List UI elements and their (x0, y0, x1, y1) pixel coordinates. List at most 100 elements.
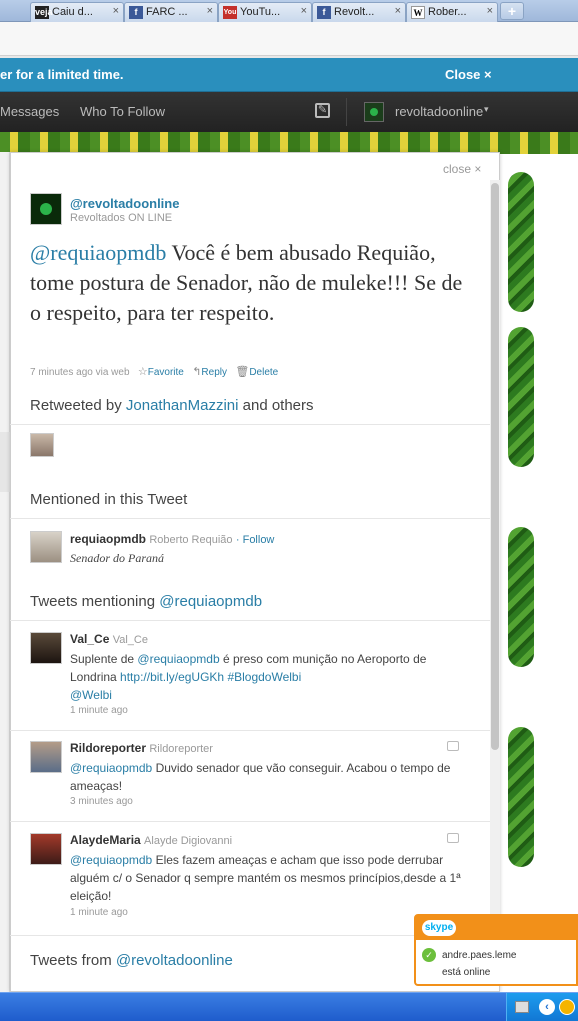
mentioned-heading: Mentioned in this Tweet (30, 491, 188, 508)
background-band (0, 132, 578, 154)
tweet-source: via web (95, 367, 130, 378)
tweet-time[interactable]: 1 minute ago (70, 907, 128, 918)
chevron-down-icon[interactable]: ▾ (484, 104, 489, 115)
browser-tab-youtube[interactable]: You YouTu... × (218, 2, 312, 22)
tweet-header: Rildoreporter Rildoreporter (70, 741, 213, 755)
background-leaf (508, 172, 534, 312)
section-divider (10, 730, 490, 731)
tweets-from-heading: Tweets from @revoltadoonline (30, 952, 233, 969)
new-tab-button[interactable]: + (500, 2, 524, 20)
system-tray: ‹ (506, 993, 578, 1021)
reply-icon[interactable] (447, 833, 459, 843)
mentioned-user: requiaopmdb Roberto Requião · Follow (70, 532, 274, 546)
tweet-text-part: Suplente de (70, 652, 138, 666)
keyboard-icon[interactable] (515, 1001, 529, 1013)
retweeted-by-heading: Retweeted by JonathanMazzini and others (30, 397, 314, 414)
tweet-avatar[interactable] (30, 632, 62, 664)
favorite-action[interactable]: Favorite (148, 367, 184, 378)
delete-action[interactable]: Delete (249, 367, 278, 378)
account-menu-username[interactable]: revoltadoonline (395, 104, 483, 119)
tweet-username[interactable]: Val_Ce (70, 632, 109, 646)
background-leaf (508, 327, 534, 467)
veja-favicon-icon: veja (35, 6, 53, 19)
tweet-time[interactable]: 7 minutes ago (30, 367, 93, 378)
mentioned-user-avatar[interactable] (30, 531, 62, 563)
tweet-fullname: Val_Ce (112, 634, 148, 646)
mentioning-link[interactable]: @requiaopmdb (159, 593, 262, 610)
tweet-mention-link[interactable]: @Welbi (70, 688, 112, 702)
back-arrow-icon[interactable]: ‹ (539, 999, 555, 1015)
tweet-time[interactable]: 1 minute ago (70, 705, 128, 716)
tab-close-icon[interactable]: × (487, 5, 493, 17)
tweet-body: @requiaopmdb Duvido senador que vão cons… (70, 759, 470, 795)
author-name: Revoltados ON LINE (70, 212, 173, 224)
panel-close-button[interactable]: close × (443, 162, 481, 176)
tweet-mention-link[interactable]: @requiaopmdb (70, 761, 152, 775)
trash-icon[interactable]: 🗑 (235, 366, 249, 378)
wikipedia-favicon-icon: W (411, 6, 425, 19)
user-avatar[interactable] (364, 102, 384, 122)
retweeted-suffix: and others (238, 397, 314, 414)
skype-contact-status: está online (442, 967, 491, 978)
tweet-url-link[interactable]: http://bit.ly/egUGKh (120, 670, 224, 684)
list-item: AlaydeMaria Alayde Digiovanni @requiaopm… (30, 833, 470, 923)
tweet-header: Val_Ce Val_Ce (70, 632, 148, 646)
tab-close-icon[interactable]: × (113, 5, 119, 17)
browser-tab-wikipedia[interactable]: W Rober... × (406, 2, 498, 22)
notification-icon[interactable] (559, 999, 575, 1015)
tweet-header: AlaydeMaria Alayde Digiovanni (70, 833, 232, 847)
tweet-body: @requiaopmdb Eles fazem ameaças e acham … (70, 851, 470, 905)
nav-messages[interactable]: Messages (0, 104, 59, 119)
tweets-from-link[interactable]: @revoltadoonline (116, 952, 233, 969)
facebook-favicon-icon: f (129, 6, 143, 19)
browser-tab-farc[interactable]: f FARC ... × (124, 2, 218, 22)
skype-contact-name: andre.paes.leme (442, 950, 517, 961)
tab-close-icon[interactable]: × (395, 5, 401, 17)
author-handle[interactable]: @revoltadoonline (70, 196, 179, 211)
list-item: Val_Ce Val_Ce Suplente de @requiaopmdb é… (30, 632, 470, 722)
tweet-hashtag-link[interactable]: #BlogdoWelbi (224, 670, 301, 684)
reply-action[interactable]: Reply (201, 367, 227, 378)
browser-tab-revolt[interactable]: f Revolt... × (312, 2, 406, 22)
left-edge-marker (0, 432, 10, 492)
mentioned-username[interactable]: requiaopmdb (70, 532, 146, 546)
compose-icon[interactable]: ✎ (315, 103, 330, 118)
retweeter-link[interactable]: JonathanMazzini (126, 397, 239, 414)
tweet-avatar[interactable] (30, 741, 62, 773)
browser-tab-veja[interactable]: veja Caiu d... × (30, 2, 124, 22)
mentioned-user-bio: Senador do Paraná (70, 551, 164, 565)
tweet-mention-link[interactable]: @requiaopmdb (70, 853, 152, 867)
facebook-favicon-icon: f (317, 6, 331, 19)
tweets-mentioning-heading: Tweets mentioning @requiaopmdb (30, 593, 262, 610)
tweet-text: @requiaopmdb Você é bem abusado Requião,… (30, 238, 470, 328)
skype-logo: skype (422, 920, 456, 936)
follow-button[interactable]: · Follow (236, 534, 275, 546)
online-status-icon: ✓ (422, 948, 436, 962)
tab-close-icon[interactable]: × (207, 5, 213, 17)
promo-close-button[interactable]: Close × (445, 67, 492, 82)
tab-close-icon[interactable]: × (301, 5, 307, 17)
tweet-mention-link[interactable]: @requiaopmdb (137, 652, 219, 666)
tweet-time[interactable]: 3 minutes ago (70, 796, 133, 807)
windows-taskbar: ‹ (0, 992, 578, 1021)
retweeter-avatar[interactable] (30, 433, 54, 457)
promo-banner: er for a limited time. Close × (0, 58, 578, 92)
section-divider (10, 518, 490, 519)
tweets-from-prefix: Tweets from (30, 952, 116, 969)
tweet-mention-link[interactable]: @requiaopmdb (30, 240, 166, 265)
reply-icon[interactable] (447, 741, 459, 751)
tweet-avatar[interactable] (30, 833, 62, 865)
scrollbar-thumb[interactable] (491, 183, 499, 750)
section-divider (10, 424, 490, 425)
author-avatar[interactable] (30, 193, 62, 225)
browser-tab-strip: veja Caiu d... × f FARC ... × You YouTu.… (0, 0, 578, 22)
retweeted-prefix: Retweeted by (30, 397, 126, 414)
nav-who-to-follow[interactable]: Who To Follow (80, 104, 165, 119)
tab-title: Rober... (428, 6, 467, 18)
mentioning-prefix: Tweets mentioning (30, 593, 160, 610)
background-leaf (508, 727, 534, 867)
tweet-username[interactable]: AlaydeMaria (70, 833, 141, 847)
tweet-username[interactable]: Rildoreporter (70, 741, 146, 755)
skype-notification[interactable]: skype ✓ andre.paes.leme está online (414, 914, 578, 986)
star-icon[interactable]: ☆ (138, 366, 148, 378)
